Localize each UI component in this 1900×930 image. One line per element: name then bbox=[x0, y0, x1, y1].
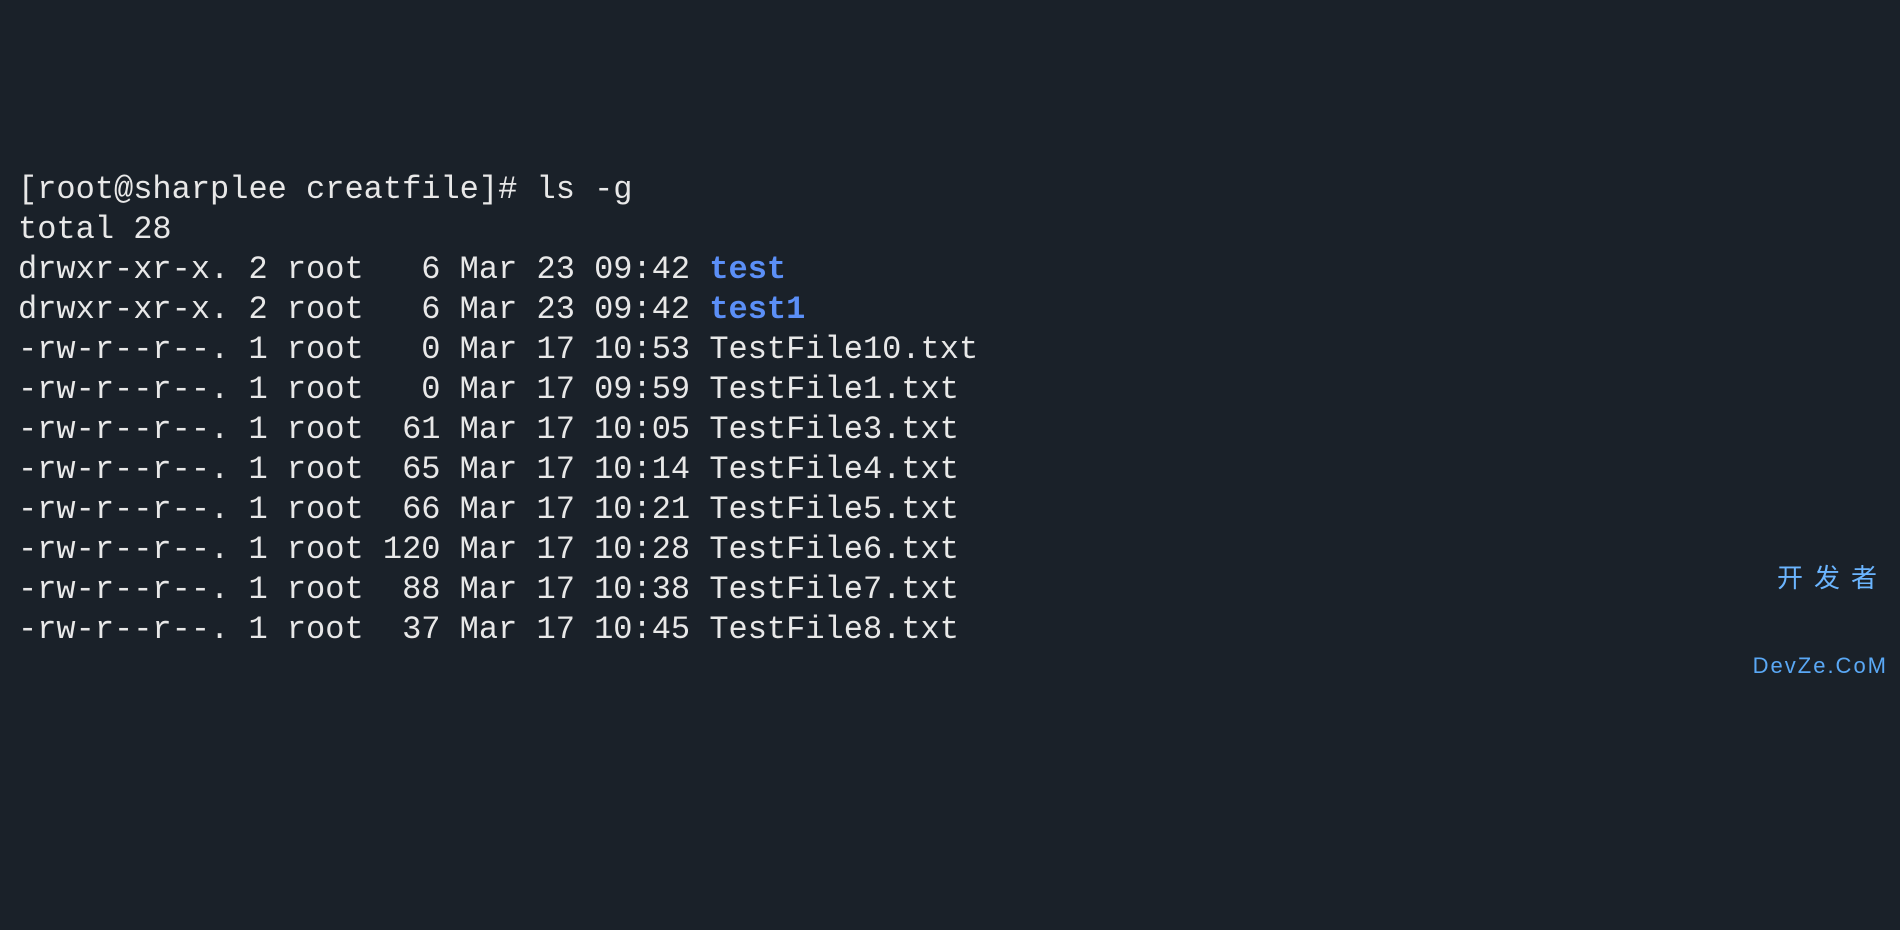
file-name: TestFile6.txt bbox=[709, 531, 959, 568]
listing-meta: -rw-r--r--. 1 root 65 Mar 17 10:14 bbox=[18, 451, 709, 488]
prompt-line: [root@sharplee creatfile]# ls -g bbox=[18, 170, 1882, 210]
listing-row: -rw-r--r--. 1 root 66 Mar 17 10:21 TestF… bbox=[18, 490, 1882, 530]
file-name: TestFile1.txt bbox=[709, 371, 959, 408]
directory-name: test1 bbox=[709, 291, 805, 328]
file-name: TestFile7.txt bbox=[709, 571, 959, 608]
terminal-output: [root@sharplee creatfile]# ls -gtotal 28… bbox=[18, 170, 1882, 650]
total-line: total 28 bbox=[18, 210, 1882, 250]
listing-meta: -rw-r--r--. 1 root 37 Mar 17 10:45 bbox=[18, 611, 709, 648]
listing-row: -rw-r--r--. 1 root 37 Mar 17 10:45 TestF… bbox=[18, 610, 1882, 650]
watermark: 开发者 DevZe.CoM bbox=[1753, 501, 1888, 709]
listing-row: -rw-r--r--. 1 root 65 Mar 17 10:14 TestF… bbox=[18, 450, 1882, 490]
file-name: TestFile10.txt bbox=[709, 331, 978, 368]
file-name: TestFile3.txt bbox=[709, 411, 959, 448]
listing-meta: drwxr-xr-x. 2 root 6 Mar 23 09:42 bbox=[18, 251, 709, 288]
listing-row: -rw-r--r--. 1 root 120 Mar 17 10:28 Test… bbox=[18, 530, 1882, 570]
listing-row: -rw-r--r--. 1 root 61 Mar 17 10:05 TestF… bbox=[18, 410, 1882, 450]
prompt-prefix: [root@sharplee creatfile]# bbox=[18, 171, 536, 208]
listing-row: -rw-r--r--. 1 root 0 Mar 17 09:59 TestFi… bbox=[18, 370, 1882, 410]
listing-meta: -rw-r--r--. 1 root 61 Mar 17 10:05 bbox=[18, 411, 709, 448]
directory-name: test bbox=[709, 251, 786, 288]
watermark-line1: 开发者 bbox=[1753, 565, 1888, 591]
listing-row: drwxr-xr-x. 2 root 6 Mar 23 09:42 test bbox=[18, 250, 1882, 290]
file-name: TestFile5.txt bbox=[709, 491, 959, 528]
listing-meta: -rw-r--r--. 1 root 120 Mar 17 10:28 bbox=[18, 531, 709, 568]
listing-row: drwxr-xr-x. 2 root 6 Mar 23 09:42 test1 bbox=[18, 290, 1882, 330]
file-name: TestFile8.txt bbox=[709, 611, 959, 648]
listing-meta: -rw-r--r--. 1 root 0 Mar 17 09:59 bbox=[18, 371, 709, 408]
listing-meta: -rw-r--r--. 1 root 66 Mar 17 10:21 bbox=[18, 491, 709, 528]
listing-meta: -rw-r--r--. 1 root 0 Mar 17 10:53 bbox=[18, 331, 709, 368]
command-text: ls -g bbox=[536, 171, 632, 208]
listing-row: -rw-r--r--. 1 root 88 Mar 17 10:38 TestF… bbox=[18, 570, 1882, 610]
listing-meta: -rw-r--r--. 1 root 88 Mar 17 10:38 bbox=[18, 571, 709, 608]
watermark-line2: DevZe.CoM bbox=[1753, 655, 1888, 677]
file-name: TestFile4.txt bbox=[709, 451, 959, 488]
listing-row: -rw-r--r--. 1 root 0 Mar 17 10:53 TestFi… bbox=[18, 330, 1882, 370]
listing-meta: drwxr-xr-x. 2 root 6 Mar 23 09:42 bbox=[18, 291, 709, 328]
